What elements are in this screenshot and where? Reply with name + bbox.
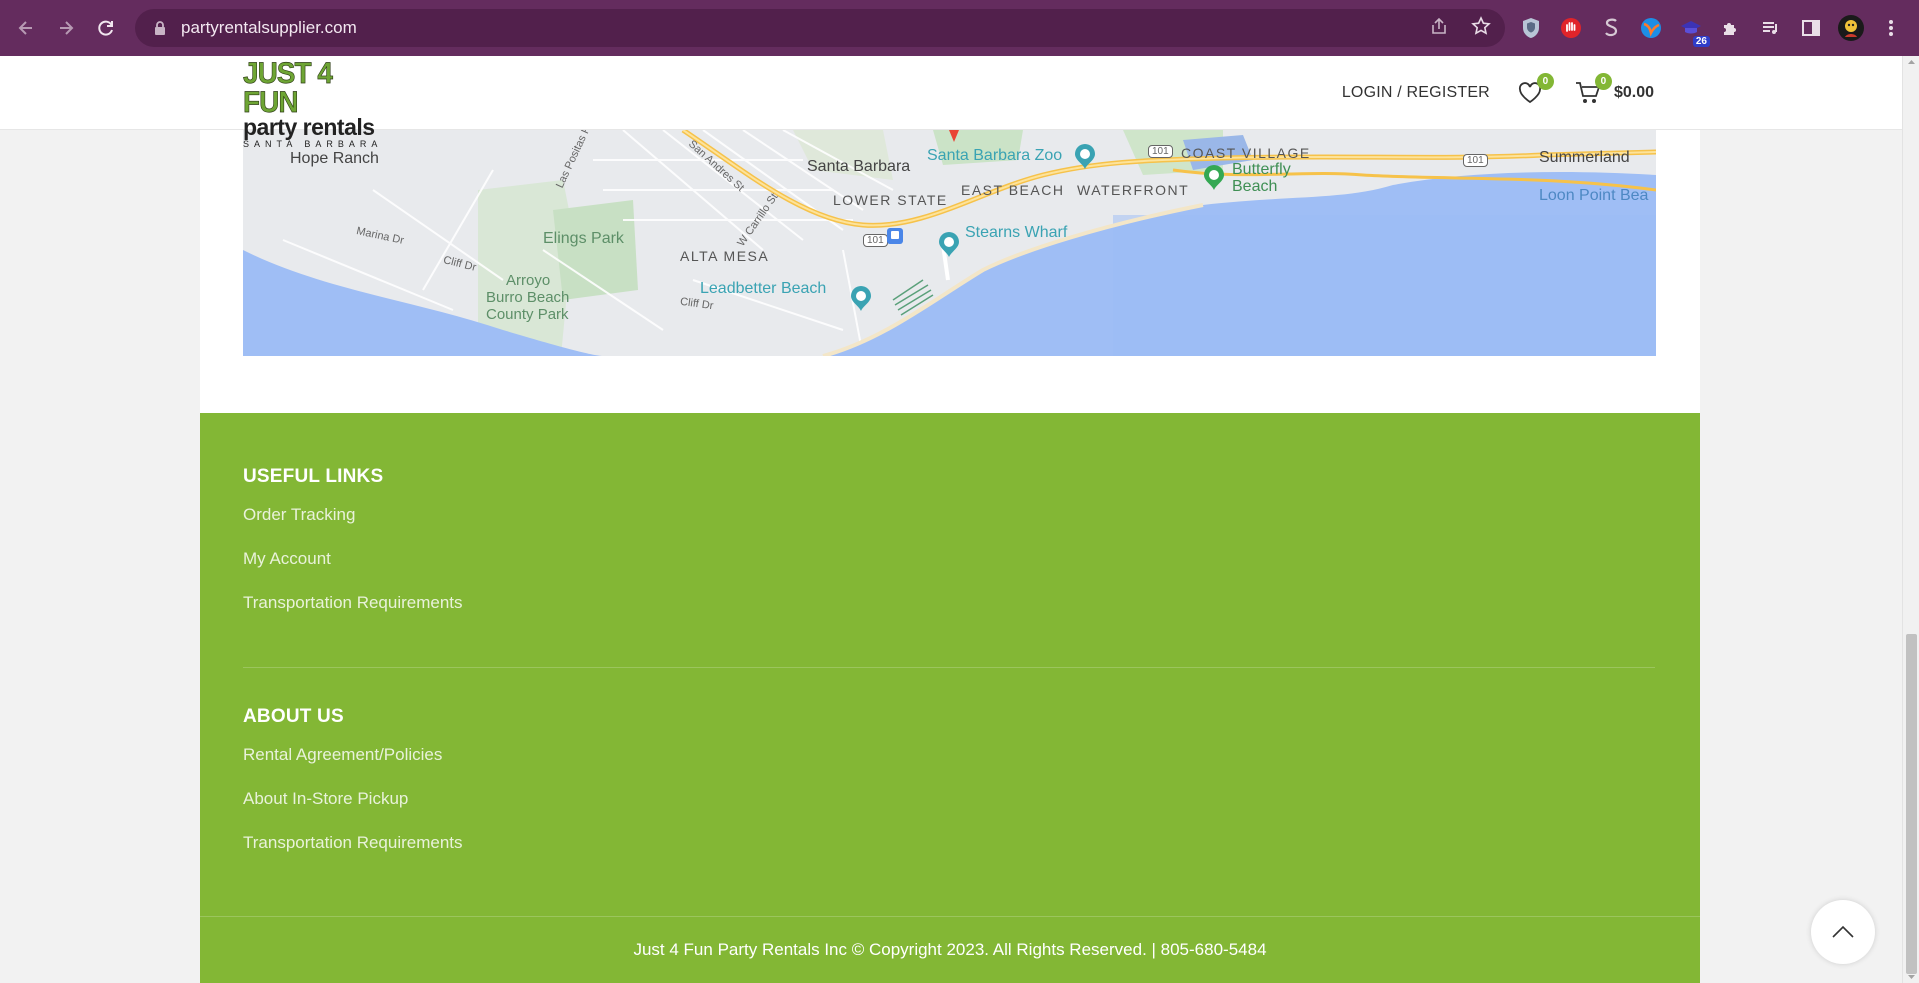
back-icon[interactable]: [6, 8, 46, 48]
footer-link-transportation[interactable]: Transportation Requirements: [243, 592, 463, 636]
site-header: JUST 4 FUN party rentals SANTA BARBARA L…: [0, 56, 1902, 149]
map-label-butterfly-beach-2: Beach: [1232, 178, 1278, 195]
wishlist-button[interactable]: 0: [1516, 73, 1554, 107]
map-label-elings-park: Elings Park: [543, 230, 624, 247]
address-bar[interactable]: partyrentalsupplier.com: [135, 9, 1505, 47]
puzzle-icon[interactable]: [1718, 15, 1744, 41]
map-label-santa-barbara: Santa Barbara: [807, 158, 911, 175]
map-label-zoo: Santa Barbara Zoo: [927, 147, 1063, 164]
about-us-section: ABOUT US Rental Agreement/Policies About…: [243, 706, 463, 876]
cap-extension-icon[interactable]: 26: [1678, 15, 1710, 47]
cart-count: 0: [1594, 73, 1612, 90]
cart-total[interactable]: $0.00: [1614, 84, 1654, 102]
logo-line-1: JUST 4 FUN: [243, 56, 334, 119]
wishlist-count: 0: [1536, 73, 1554, 90]
cart-button[interactable]: 0: [1574, 73, 1612, 107]
about-us-title: ABOUT US: [243, 706, 344, 727]
site-footer: USEFUL LINKS Order Tracking My Account T…: [200, 413, 1700, 983]
hwy-101-shield: 101: [1148, 145, 1173, 158]
page-scrollbar[interactable]: [1902, 56, 1919, 983]
reload-icon[interactable]: [86, 8, 126, 48]
footer-link-my-account[interactable]: My Account: [243, 548, 463, 592]
copyright-text: Just 4 Fun Party Rentals Inc © Copyright…: [633, 940, 1267, 959]
extension-badge: 26: [1692, 36, 1710, 47]
url-text: partyrentalsupplier.com: [181, 18, 357, 37]
zoo-paw-icon: [1073, 142, 1097, 170]
globe-extension-icon[interactable]: [1638, 15, 1664, 41]
google-map[interactable]: 101 101 101 Hope Ranch Santa Barbara San…: [243, 130, 1656, 356]
footer-bottom-bar: Just 4 Fun Party Rentals Inc © Copyright…: [200, 916, 1700, 983]
s-extension-icon[interactable]: [1598, 15, 1624, 41]
map-label-hope-ranch: Hope Ranch: [290, 150, 379, 167]
browser-toolbar: partyrentalsupplier.com 26: [0, 0, 1919, 56]
camera-pin-icon: [849, 284, 873, 312]
map-label-east-beach: EAST BEACH: [961, 182, 1065, 198]
logo-line-2: party rentals: [243, 114, 375, 140]
web-page: 101 101 101 Hope Ranch Santa Barbara San…: [0, 56, 1919, 983]
bookmark-star-icon[interactable]: [1471, 15, 1491, 41]
side-panel-icon[interactable]: [1798, 15, 1824, 41]
map-label-alta-mesa: ALTA MESA: [680, 248, 770, 264]
scroll-to-top-button[interactable]: [1811, 900, 1875, 964]
scroll-up-arrow-icon: [1908, 60, 1915, 64]
lock-icon: [153, 21, 167, 35]
footer-link-rental-agreement[interactable]: Rental Agreement/Policies: [243, 744, 463, 788]
site-logo[interactable]: JUST 4 FUN party rentals SANTA BARBARA: [243, 56, 388, 149]
map-label-coast-village: COAST VILLAGE: [1181, 145, 1311, 161]
wharf-pin-icon: [937, 230, 961, 258]
footer-link-order-tracking[interactable]: Order Tracking: [243, 504, 463, 548]
map-label-loon-point: Loon Point Bea: [1539, 187, 1649, 204]
footer-link-in-store-pickup[interactable]: About In-Store Pickup: [243, 788, 463, 832]
train-station-icon: [887, 228, 903, 244]
forward-icon[interactable]: [46, 8, 86, 48]
useful-links-title: USEFUL LINKS: [243, 466, 384, 487]
chevron-up-icon: [1832, 925, 1854, 938]
media-queue-icon[interactable]: [1758, 15, 1784, 41]
login-register-link[interactable]: LOGIN / REGISTER: [1342, 84, 1490, 102]
map-label-arroyo-3: County Park: [486, 306, 569, 323]
map-label-waterfront: WATERFRONT: [1077, 182, 1190, 198]
scrollbar-thumb[interactable]: [1906, 634, 1917, 974]
map-label-lower-state: LOWER STATE: [833, 192, 948, 208]
map-label-stearns-wharf: Stearns Wharf: [965, 224, 1068, 241]
scroll-down-arrow-icon: [1908, 975, 1915, 979]
footer-divider: [243, 667, 1655, 668]
map-label-leadbetter-beach: Leadbetter Beach: [700, 280, 827, 297]
shield-extension-icon[interactable]: [1518, 15, 1544, 41]
map-label-arroyo: Arroyo: [506, 272, 551, 289]
footer-link-transportation-2[interactable]: Transportation Requirements: [243, 832, 463, 876]
hand-stop-extension-icon[interactable]: [1558, 15, 1584, 41]
menu-kebab-icon[interactable]: [1878, 15, 1904, 41]
map-label-arroyo-2: Burro Beach: [486, 289, 570, 306]
useful-links-section: USEFUL LINKS Order Tracking My Account T…: [243, 466, 463, 636]
beach-pin-icon: [1202, 163, 1226, 191]
profile-avatar-icon[interactable]: [1838, 15, 1864, 41]
share-icon[interactable]: [1429, 16, 1449, 41]
map-label-butterfly-beach: Butterfly: [1232, 161, 1291, 178]
hwy-101-shield: 101: [1463, 154, 1488, 167]
hwy-101-shield: 101: [863, 234, 888, 247]
logo-line-3: SANTA BARBARA: [243, 139, 383, 149]
map-label-summerland: Summerland: [1539, 149, 1630, 166]
